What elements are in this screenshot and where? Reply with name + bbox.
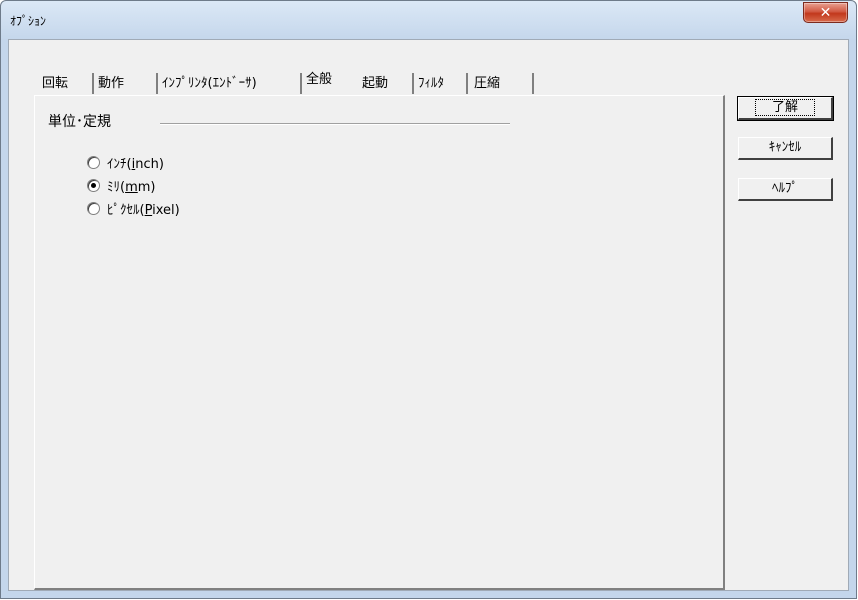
radio-inch[interactable]: ｲﾝﾁ(inch) bbox=[87, 153, 164, 172]
radio-pixel[interactable]: ﾋﾟｸｾﾙ(Pixel) bbox=[87, 199, 180, 218]
cancel-button[interactable]: ｷｬﾝｾﾙ bbox=[738, 137, 833, 160]
tab-imprinter[interactable]: ｲﾝﾌﾟﾘﾝﾀ(ｴﾝﾄﾞｰｻ) bbox=[156, 73, 302, 94]
group-divider bbox=[160, 123, 510, 125]
general-tab-panel: 単位･定規 ｲﾝﾁ(inch) ﾐﾘ(mm) ﾋﾟｸｾﾙ(Pixel) bbox=[34, 95, 725, 590]
tab-compression[interactable]: 圧縮 bbox=[468, 73, 534, 94]
radio-label-mm: ﾐﾘ(mm) bbox=[107, 179, 156, 195]
tab-action[interactable]: 動作 bbox=[92, 73, 158, 94]
tab-general[interactable]: 全般 bbox=[300, 69, 354, 90]
radio-button-inch[interactable] bbox=[87, 155, 100, 169]
dialog-client-area: 回転 動作 ｲﾝﾌﾟﾘﾝﾀ(ｴﾝﾄﾞｰｻ) 全般 起動 ﾌｨﾙﾀ 圧縮 単位･定… bbox=[8, 39, 849, 591]
tab-startup[interactable]: 起動 bbox=[356, 73, 414, 94]
radio-button-mm[interactable] bbox=[87, 178, 100, 192]
tab-filter[interactable]: ﾌｨﾙﾀ bbox=[412, 73, 468, 94]
radio-label-pixel: ﾋﾟｸｾﾙ(Pixel) bbox=[107, 202, 180, 218]
close-icon: ✕ bbox=[819, 4, 832, 21]
radio-mm[interactable]: ﾐﾘ(mm) bbox=[87, 176, 156, 195]
tab-rotate[interactable]: 回転 bbox=[36, 73, 94, 94]
help-button[interactable]: ﾍﾙﾌﾟ bbox=[738, 178, 833, 201]
radio-label-inch: ｲﾝﾁ(inch) bbox=[107, 156, 164, 172]
options-dialog: ｵﾌﾟｼｮﾝ ✕ 回転 動作 ｲﾝﾌﾟﾘﾝﾀ(ｴﾝﾄﾞｰｻ) 全般 起動 ﾌｨﾙ… bbox=[0, 0, 857, 599]
units-ruler-group-title: 単位･定規 bbox=[48, 114, 111, 130]
radio-button-pixel[interactable] bbox=[87, 201, 100, 215]
ok-button[interactable]: 了解 bbox=[737, 96, 834, 121]
ok-button-label: 了解 bbox=[754, 99, 815, 116]
window-title: ｵﾌﾟｼｮﾝ bbox=[10, 14, 47, 28]
title-bar[interactable]: ｵﾌﾟｼｮﾝ ✕ bbox=[1, 1, 856, 39]
close-button[interactable]: ✕ bbox=[803, 2, 848, 23]
